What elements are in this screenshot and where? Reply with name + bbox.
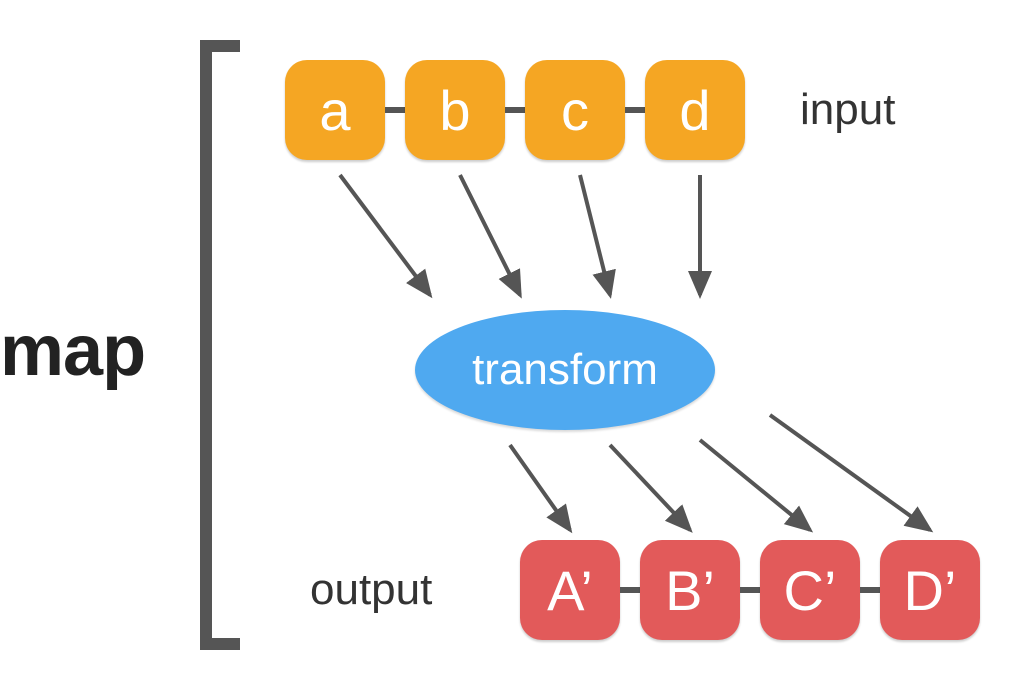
- input-node-c: c: [525, 60, 625, 160]
- arrow-icon: [700, 440, 810, 530]
- output-node-label: C’: [784, 558, 837, 623]
- input-node-b: b: [405, 60, 505, 160]
- input-node-a: a: [285, 60, 385, 160]
- output-row: A’ B’ C’ D’: [520, 540, 980, 640]
- arrow-icon: [770, 415, 930, 530]
- input-node-label: b: [439, 78, 470, 143]
- output-node-label: D’: [904, 558, 957, 623]
- connector-icon: [625, 107, 645, 113]
- connector-icon: [505, 107, 525, 113]
- transform-label: transform: [472, 345, 658, 395]
- output-label: output: [310, 565, 432, 615]
- connector-icon: [740, 587, 760, 593]
- bracket-icon: [200, 40, 240, 650]
- output-node-label: B’: [665, 558, 715, 623]
- input-node-label: c: [561, 78, 589, 143]
- connector-icon: [385, 107, 405, 113]
- input-label: input: [800, 85, 895, 135]
- transform-node: transform: [415, 310, 715, 430]
- connector-icon: [860, 587, 880, 593]
- input-node-label: a: [319, 78, 350, 143]
- input-node-label: d: [679, 78, 710, 143]
- output-node-b: B’: [640, 540, 740, 640]
- output-node-c: C’: [760, 540, 860, 640]
- output-node-a: A’: [520, 540, 620, 640]
- arrow-icon: [340, 175, 430, 295]
- output-node-label: A’: [547, 558, 593, 623]
- output-node-d: D’: [880, 540, 980, 640]
- input-node-d: d: [645, 60, 745, 160]
- arrow-icon: [580, 175, 610, 295]
- arrow-icon: [610, 445, 690, 530]
- arrow-icon: [510, 445, 570, 530]
- connector-icon: [620, 587, 640, 593]
- input-row: a b c d: [285, 60, 745, 160]
- arrow-icon: [460, 175, 520, 295]
- map-title: map: [0, 310, 145, 392]
